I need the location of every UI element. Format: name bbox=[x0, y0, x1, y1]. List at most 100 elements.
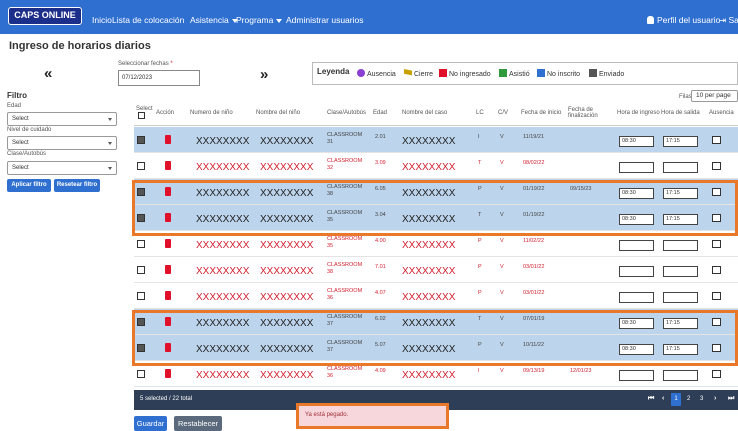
row-checkbox[interactable] bbox=[137, 344, 145, 352]
child-number: XXXXXXXX bbox=[196, 266, 250, 277]
class-cell: CLASSROOM 36 bbox=[327, 366, 362, 380]
clase-autobus-select[interactable]: Select bbox=[7, 161, 117, 175]
absence-checkbox[interactable] bbox=[712, 188, 721, 196]
not-entered-icon[interactable] bbox=[165, 239, 171, 248]
prev-week-icon[interactable]: « bbox=[44, 65, 52, 82]
not-entered-icon[interactable] bbox=[165, 265, 171, 274]
check-out-time-input[interactable]: 17:15 bbox=[663, 136, 698, 147]
guardar-button[interactable]: Guardar bbox=[134, 416, 167, 431]
check-in-time-input[interactable]: 08:30 bbox=[619, 344, 654, 355]
edad-select-value: Select bbox=[12, 116, 29, 122]
th-inicio[interactable]: Fecha de inicio bbox=[521, 110, 561, 116]
chevron-down-icon bbox=[276, 18, 283, 23]
table-row: XXXXXXXX XXXXXXXX CLASSROOM 38 6.05 XXXXXXXX P… bbox=[134, 179, 738, 205]
absence-checkbox[interactable] bbox=[712, 370, 721, 378]
row-checkbox[interactable] bbox=[137, 266, 145, 274]
not-entered-icon[interactable] bbox=[165, 369, 171, 378]
legend-no-inscrito: No inscrito bbox=[537, 69, 580, 78]
class-cell: CLASSROOM 35 bbox=[327, 236, 362, 250]
row-checkbox[interactable] bbox=[137, 188, 145, 196]
absence-checkbox[interactable] bbox=[712, 266, 721, 274]
absence-checkbox[interactable] bbox=[712, 292, 721, 300]
nav-administrar-usuarios[interactable]: Administrar usuarios bbox=[286, 15, 363, 25]
check-out-time-input[interactable] bbox=[663, 240, 698, 251]
nav-programa[interactable]: Programa bbox=[236, 15, 283, 25]
reset-filter-button[interactable]: Resetear filtro bbox=[54, 179, 100, 192]
check-in-time-input[interactable] bbox=[619, 292, 654, 303]
nav-asistencia[interactable]: Asistencia bbox=[190, 15, 238, 25]
restablecer-button[interactable]: Restablecer bbox=[174, 416, 222, 431]
th-edad[interactable]: Edad bbox=[373, 110, 387, 116]
page-2[interactable]: 2 bbox=[687, 396, 690, 402]
nivel-select-value: Select bbox=[12, 140, 29, 146]
check-in-time-input[interactable]: 08:30 bbox=[619, 214, 654, 225]
not-entered-icon[interactable] bbox=[165, 161, 171, 170]
select-all-checkbox[interactable] bbox=[138, 112, 145, 119]
absence-checkbox[interactable] bbox=[712, 318, 721, 326]
not-entered-icon[interactable] bbox=[165, 135, 171, 144]
edad-select[interactable]: Select bbox=[7, 112, 117, 126]
not-entered-icon[interactable] bbox=[165, 343, 171, 352]
check-out-time-input[interactable]: 17:15 bbox=[663, 188, 698, 199]
caps-online-logo[interactable]: CAPS ONLINE bbox=[8, 7, 82, 25]
nav-salir[interactable]: ⇥ Sa bbox=[719, 15, 738, 26]
row-checkbox[interactable] bbox=[137, 318, 145, 326]
next-week-icon[interactable]: » bbox=[260, 66, 268, 83]
page-1[interactable]: 1 bbox=[671, 393, 681, 406]
check-in-time-input[interactable]: 08:30 bbox=[619, 188, 654, 199]
child-number: XXXXXXXX bbox=[196, 136, 250, 147]
nav-inicio[interactable]: Inicio bbox=[92, 15, 112, 25]
check-out-time-input[interactable]: 17:15 bbox=[663, 344, 698, 355]
nav-lista-colocacion[interactable]: Lista de colocación bbox=[112, 15, 184, 25]
absence-checkbox[interactable] bbox=[712, 240, 721, 248]
prev-page-icon[interactable]: ‹ bbox=[662, 395, 664, 402]
next-page-icon[interactable]: › bbox=[714, 395, 716, 402]
row-checkbox[interactable] bbox=[137, 370, 145, 378]
legend-label: No ingresado bbox=[449, 71, 491, 78]
th-numero[interactable]: Numero de niño bbox=[190, 110, 233, 116]
row-checkbox[interactable] bbox=[137, 136, 145, 144]
check-in-time-input[interactable] bbox=[619, 162, 654, 173]
absence-checkbox[interactable] bbox=[712, 214, 721, 222]
nav-perfil-usuario[interactable]: Perfil del usuario bbox=[647, 15, 720, 25]
row-checkbox[interactable] bbox=[137, 214, 145, 222]
first-page-icon[interactable]: ⏮ bbox=[648, 395, 654, 403]
last-page-icon[interactable]: ⏭ bbox=[728, 395, 734, 403]
row-checkbox[interactable] bbox=[137, 162, 145, 170]
page-3[interactable]: 3 bbox=[700, 396, 703, 402]
nivel-cuidado-select[interactable]: Select bbox=[7, 136, 117, 150]
date-input[interactable]: 07/12/2023 bbox=[118, 70, 200, 86]
check-out-time-input[interactable] bbox=[663, 292, 698, 303]
not-entered-icon[interactable] bbox=[165, 187, 171, 196]
check-in-time-input[interactable] bbox=[619, 266, 654, 277]
th-caso[interactable]: Nombre del caso bbox=[402, 110, 447, 116]
not-entered-icon[interactable] bbox=[165, 291, 171, 300]
check-out-time-input[interactable] bbox=[663, 162, 698, 173]
th-nombre[interactable]: Nombre del niño bbox=[256, 110, 300, 116]
cv-cell: V bbox=[500, 316, 504, 322]
absence-checkbox[interactable] bbox=[712, 344, 721, 352]
check-in-time-input[interactable]: 08:30 bbox=[619, 136, 654, 147]
absence-checkbox[interactable] bbox=[712, 136, 721, 144]
row-checkbox[interactable] bbox=[137, 240, 145, 248]
check-in-time-input[interactable] bbox=[619, 370, 654, 381]
table-row: XXXXXXXX XXXXXXXX CLASSROOM 31 2.01 XXXXXXXX I… bbox=[134, 127, 738, 153]
check-out-time-input[interactable]: 17:15 bbox=[663, 214, 698, 225]
check-in-time-input[interactable]: 08:30 bbox=[619, 318, 654, 329]
apply-filter-button[interactable]: Aplicar filtro bbox=[7, 179, 51, 192]
check-in-time-input[interactable] bbox=[619, 240, 654, 251]
not-entered-icon[interactable] bbox=[165, 213, 171, 222]
rows-per-page-select[interactable]: 10 per page bbox=[691, 90, 738, 102]
child-number: XXXXXXXX bbox=[196, 370, 250, 381]
class-cell: CLASSROOM 37 bbox=[327, 340, 362, 354]
th-clase[interactable]: Clase/Autobús bbox=[327, 110, 366, 116]
check-out-time-input[interactable]: 17:15 bbox=[663, 318, 698, 329]
table-row: XXXXXXXX XXXXXXXX CLASSROOM 36 4.09 XXXXXXXX I… bbox=[134, 361, 738, 387]
row-checkbox[interactable] bbox=[137, 292, 145, 300]
not-entered-icon[interactable] bbox=[165, 317, 171, 326]
check-out-time-input[interactable] bbox=[663, 266, 698, 277]
absence-checkbox[interactable] bbox=[712, 162, 721, 170]
check-out-time-input[interactable] bbox=[663, 370, 698, 381]
lc-cell: P bbox=[478, 264, 482, 270]
th-fin[interactable]: Fecha de finalización bbox=[568, 107, 606, 119]
